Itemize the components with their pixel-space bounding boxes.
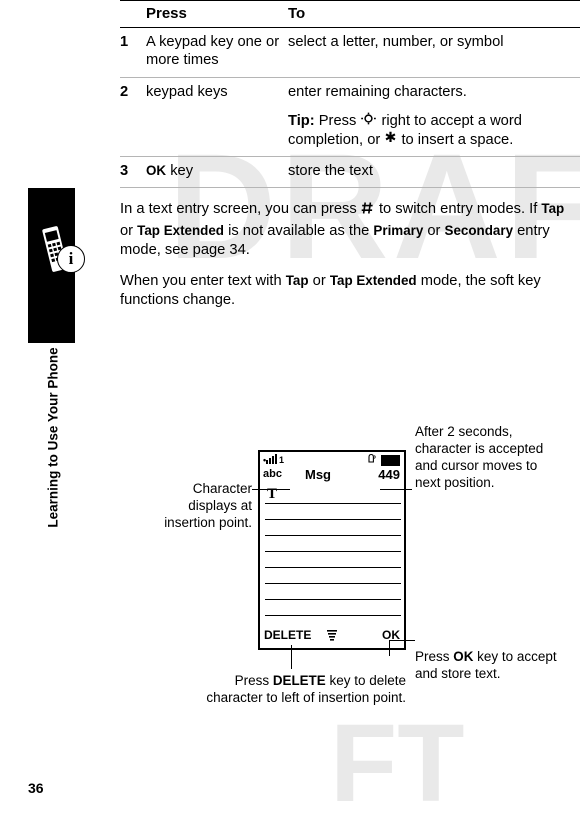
paragraph-entry-modes: In a text entry screen, you can press to…	[120, 200, 580, 259]
callout-press-delete: Press DELETE key to delete character to …	[180, 672, 406, 706]
text-line	[265, 552, 401, 568]
ok-key-label: OK	[146, 163, 167, 179]
signal-strength-icon: • 1	[263, 453, 289, 468]
phone-screen-title: Msg	[305, 467, 331, 482]
primary-label: Primary	[373, 222, 424, 238]
tap-label: Tap	[541, 201, 565, 217]
table-row: 1 A keypad key one or more times select …	[120, 27, 580, 78]
callout-press-ok: Press OK key to accept and store text.	[415, 648, 570, 682]
para1-or: or	[120, 222, 134, 239]
step-to-main: enter remaining characters.	[288, 83, 467, 100]
sidebar-section-title: Learning to Use Your Phone	[45, 347, 61, 528]
para1-text-2: to switch entry modes. If	[378, 201, 538, 218]
text-line	[265, 600, 401, 616]
table-row: 3 OK key store the text	[120, 156, 580, 189]
phone-softkey-bar: DELETE OK	[260, 628, 404, 646]
battery-icon	[381, 455, 400, 466]
text-line	[265, 568, 401, 584]
tip-block: Tip: Press right to accept a word comple…	[288, 112, 580, 149]
tap-extended-label-2: Tap Extended	[329, 272, 417, 288]
step-number: 3	[120, 156, 146, 189]
step-number: 1	[120, 27, 146, 78]
para1-or-2: or	[427, 222, 441, 239]
tip-text-3: to insert a space.	[401, 131, 514, 148]
para1-text-3: is not available as the	[228, 222, 370, 239]
entry-mode-indicator: abc	[263, 468, 282, 480]
star-key-icon: ✱	[384, 129, 397, 149]
callout-after-2-seconds: After 2 seconds, character is accepted a…	[415, 424, 544, 491]
text-line	[265, 504, 401, 520]
phone-screen: • 1 abc Msg 449 T DELETE OK	[258, 450, 406, 650]
step-number: 2	[120, 77, 146, 158]
phone-text-area: T	[265, 486, 401, 616]
text-line	[265, 536, 401, 552]
leader-line-right-2	[390, 640, 415, 642]
callout-delete-key: DELETE	[272, 673, 326, 688]
content-column: Press To 1 A keypad key one or more time…	[120, 0, 580, 310]
para2-text-1: When you enter text with	[120, 272, 282, 289]
step-to-text: store the text	[288, 156, 580, 189]
tip-label: Tip:	[288, 113, 315, 130]
leader-line-right-1	[380, 489, 412, 491]
svg-text:✱: ✱	[385, 131, 397, 144]
steps-table: Press To 1 A keypad key one or more time…	[120, 0, 580, 189]
watermark-draft-2: FT	[330, 702, 465, 825]
table-row: 2 keypad keys enter remaining characters…	[120, 77, 580, 158]
step-press-text: A keypad key one or more times	[146, 27, 288, 78]
leader-line-bottom	[291, 645, 293, 669]
character-count: 449	[378, 467, 400, 482]
callout-delete-text-1: Press	[234, 673, 270, 688]
step-press-text: OK key	[146, 156, 288, 189]
tip-text-1: Press	[318, 113, 357, 130]
column-header-number	[120, 0, 146, 28]
key-suffix: key	[170, 163, 194, 180]
text-line: T	[265, 486, 401, 504]
table-header-row: Press To	[120, 0, 580, 28]
softkey-delete: DELETE	[264, 628, 312, 642]
leader-line-left-1	[252, 489, 290, 491]
pound-key-icon	[361, 201, 375, 221]
callout-character-displays: Character displays at insertion point.	[164, 481, 252, 531]
page-number: 36	[28, 780, 44, 796]
column-header-to: To	[288, 0, 580, 28]
text-line	[265, 520, 401, 536]
para1-text-1: In a text entry screen, you can press	[120, 201, 357, 218]
step-to-text: select a letter, number, or symbol	[288, 27, 580, 78]
navigation-key-icon	[360, 112, 377, 130]
phone-display-illustration: • 1 abc Msg 449 T DELETE OK	[258, 450, 406, 650]
leader-line-right-2b	[389, 640, 391, 656]
text-line	[265, 584, 401, 600]
menu-icon	[326, 628, 338, 645]
tap-label-2: Tap	[285, 272, 309, 288]
phone-title-bar: abc Msg 449	[260, 467, 404, 484]
paragraph-softkeys: When you enter text with Tap or Tap Exte…	[120, 272, 580, 310]
info-icon: i	[57, 245, 85, 273]
callout-ok-text-1: Press	[415, 649, 450, 664]
para2-or: or	[312, 272, 326, 289]
step-press-text: keypad keys	[146, 77, 288, 158]
svg-text:1: 1	[279, 455, 284, 465]
secondary-label: Secondary	[444, 222, 514, 238]
ringer-icon	[364, 453, 378, 468]
step-to-text: enter remaining characters. Tip: Press r…	[288, 77, 580, 158]
tap-extended-label: Tap Extended	[137, 222, 224, 238]
phone-status-bar: • 1	[260, 452, 404, 468]
svg-text:•: •	[263, 455, 266, 465]
callout-ok-key: OK	[453, 649, 474, 664]
column-header-press: Press	[146, 0, 288, 28]
